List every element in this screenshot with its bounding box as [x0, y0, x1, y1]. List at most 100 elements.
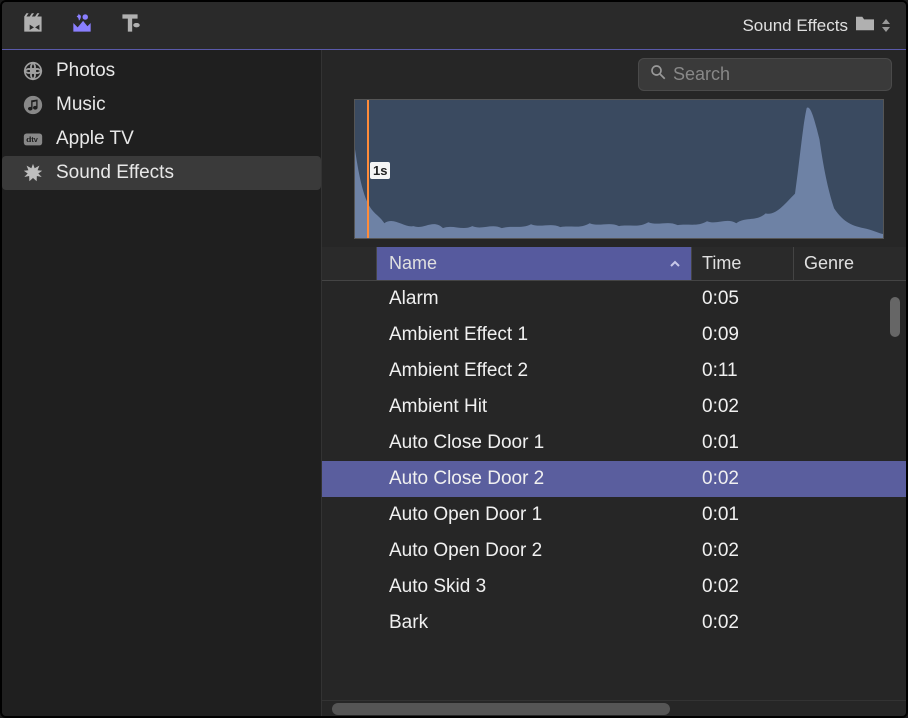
sidebar-item-label: Photos — [56, 60, 115, 82]
row-genre-cell — [794, 544, 906, 558]
row-genre-cell — [794, 436, 906, 450]
row-name-cell: Auto Open Door 2 — [377, 533, 692, 569]
libraries-tab[interactable] — [12, 9, 56, 43]
app-window: Sound Effects Photos Music — [0, 0, 908, 718]
row-time-cell: 0:11 — [692, 353, 794, 389]
row-icon-cell — [322, 364, 377, 378]
table-row[interactable]: Ambient Hit0:02 — [322, 389, 906, 425]
row-time-cell: 0:01 — [692, 497, 794, 533]
row-icon-cell — [322, 472, 377, 486]
table-row[interactable]: Auto Close Door 20:02 — [322, 461, 906, 497]
row-icon-cell — [322, 544, 377, 558]
music-icon — [20, 94, 46, 116]
updown-chevron-icon — [882, 19, 890, 32]
row-time-cell: 0:09 — [692, 317, 794, 353]
row-icon-cell — [322, 328, 377, 342]
row-name-cell: Ambient Hit — [377, 389, 692, 425]
table-row[interactable]: Bark0:02 — [322, 605, 906, 641]
row-name-cell: Auto Skid 3 — [377, 569, 692, 605]
horizontal-scrollbar-track[interactable] — [332, 703, 896, 715]
table-header-label: Genre — [804, 253, 854, 274]
folder-icon — [854, 14, 876, 37]
waveform-preview[interactable]: 1s — [354, 99, 884, 239]
search-input[interactable] — [673, 64, 881, 85]
row-name-cell: Auto Close Door 1 — [377, 425, 692, 461]
clapperboard-icon — [21, 10, 47, 41]
table-header-name[interactable]: Name — [377, 247, 692, 281]
table-body: Alarm0:05Ambient Effect 10:09Ambient Eff… — [322, 281, 906, 700]
table-row[interactable]: Auto Close Door 10:01 — [322, 425, 906, 461]
row-time-cell: 0:02 — [692, 533, 794, 569]
row-genre-cell — [794, 616, 906, 630]
row-icon-cell — [322, 436, 377, 450]
sidebar-item-music[interactable]: Music — [2, 88, 321, 122]
sidebar-item-label: Music — [56, 94, 106, 116]
waveform-icon — [355, 100, 883, 238]
table-header-label: Time — [702, 253, 741, 274]
table-header-blank[interactable] — [322, 247, 377, 281]
row-genre-cell — [794, 364, 906, 378]
row-name-cell: Bark — [377, 605, 692, 641]
sidebar-item-photos[interactable]: Photos — [2, 54, 321, 88]
waveform-time-label: 1s — [370, 162, 390, 179]
row-icon-cell — [322, 508, 377, 522]
media-tab[interactable] — [60, 9, 104, 43]
appletv-icon: 𝗱tv — [20, 128, 46, 150]
table-header: Name Time Genre — [322, 247, 906, 281]
row-time-cell: 0:01 — [692, 425, 794, 461]
row-name-cell: Ambient Effect 2 — [377, 353, 692, 389]
vertical-scrollbar[interactable] — [890, 297, 900, 337]
table-row[interactable]: Alarm0:05 — [322, 281, 906, 317]
horizontal-scrollbar-thumb[interactable] — [332, 703, 670, 715]
row-genre-cell — [794, 580, 906, 594]
table-row[interactable]: Ambient Effect 10:09 — [322, 317, 906, 353]
library-title: Sound Effects — [742, 16, 848, 36]
svg-text:𝗱tv: 𝗱tv — [26, 135, 39, 144]
library-selector[interactable]: Sound Effects — [742, 14, 896, 37]
table-header-genre[interactable]: Genre — [794, 247, 906, 281]
bottom-scroll-area — [322, 700, 906, 716]
search-row — [322, 50, 906, 99]
table-row[interactable]: Ambient Effect 20:11 — [322, 353, 906, 389]
row-time-cell: 0:02 — [692, 569, 794, 605]
row-name-cell: Ambient Effect 1 — [377, 317, 692, 353]
sidebar-item-appletv[interactable]: 𝗱tv Apple TV — [2, 122, 321, 156]
row-time-cell: 0:02 — [692, 461, 794, 497]
search-icon — [649, 63, 667, 86]
content-area: Photos Music 𝗱tv Apple TV Sound Effects — [2, 50, 906, 716]
topbar: Sound Effects — [2, 2, 906, 50]
topbar-tabs — [12, 9, 152, 43]
sidebar-item-label: Sound Effects — [56, 162, 174, 184]
row-genre-cell — [794, 508, 906, 522]
row-icon-cell — [322, 580, 377, 594]
titles-icon — [117, 10, 143, 41]
sidebar-item-sound-effects[interactable]: Sound Effects — [2, 156, 321, 190]
row-time-cell: 0:05 — [692, 281, 794, 317]
row-icon-cell — [322, 616, 377, 630]
search-box[interactable] — [638, 58, 892, 91]
row-icon-cell — [322, 292, 377, 306]
row-time-cell: 0:02 — [692, 605, 794, 641]
table-header-time[interactable]: Time — [692, 247, 794, 281]
table-header-label: Name — [389, 253, 437, 274]
table-row[interactable]: Auto Open Door 20:02 — [322, 533, 906, 569]
photos-media-icon — [69, 10, 95, 41]
row-time-cell: 0:02 — [692, 389, 794, 425]
row-name-cell: Auto Open Door 1 — [377, 497, 692, 533]
table-row[interactable]: Auto Open Door 10:01 — [322, 497, 906, 533]
sort-asc-icon — [669, 253, 681, 274]
row-genre-cell — [794, 400, 906, 414]
waveform-playhead[interactable] — [367, 100, 369, 238]
main-panel: 1s Name Time Genre — [322, 50, 906, 716]
titles-tab[interactable] — [108, 9, 152, 43]
row-name-cell: Alarm — [377, 281, 692, 317]
burst-icon — [20, 162, 46, 184]
sidebar: Photos Music 𝗱tv Apple TV Sound Effects — [2, 50, 322, 716]
row-name-cell: Auto Close Door 2 — [377, 461, 692, 497]
row-icon-cell — [322, 400, 377, 414]
sidebar-item-label: Apple TV — [56, 128, 134, 150]
photos-icon — [20, 60, 46, 82]
row-genre-cell — [794, 472, 906, 486]
table-row[interactable]: Auto Skid 30:02 — [322, 569, 906, 605]
sound-table: Name Time Genre Alarm0:05Ambient Effect … — [322, 247, 906, 700]
